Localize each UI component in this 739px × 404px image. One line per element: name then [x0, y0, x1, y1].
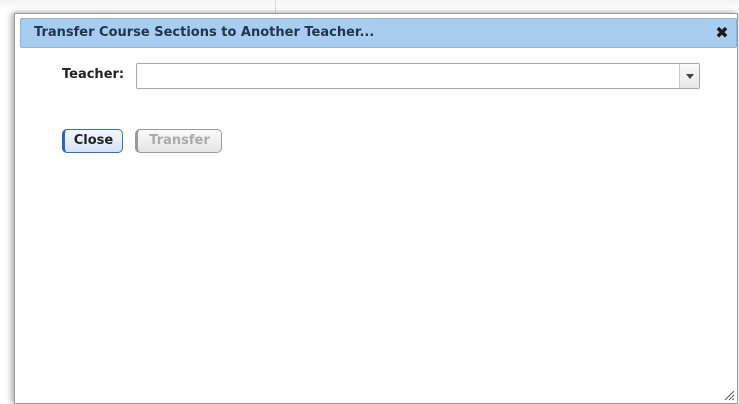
transfer-button[interactable]: Transfer	[135, 129, 222, 153]
background-header-strip	[0, 0, 739, 10]
close-button[interactable]: Close	[62, 129, 123, 153]
resize-grip-icon[interactable]	[723, 389, 735, 401]
teacher-select[interactable]	[136, 63, 700, 89]
teacher-label: Teacher:	[62, 67, 125, 82]
dialog-titlebar[interactable]: Transfer Course Sections to Another Teac…	[20, 18, 737, 48]
transfer-dialog: Transfer Course Sections to Another Teac…	[14, 13, 738, 404]
dialog-title: Transfer Course Sections to Another Teac…	[34, 25, 375, 40]
background-divider	[275, 0, 276, 14]
dropdown-arrow-button[interactable]	[679, 64, 699, 88]
chevron-down-icon	[686, 74, 694, 79]
close-x-icon[interactable]: ✖	[711, 22, 733, 44]
